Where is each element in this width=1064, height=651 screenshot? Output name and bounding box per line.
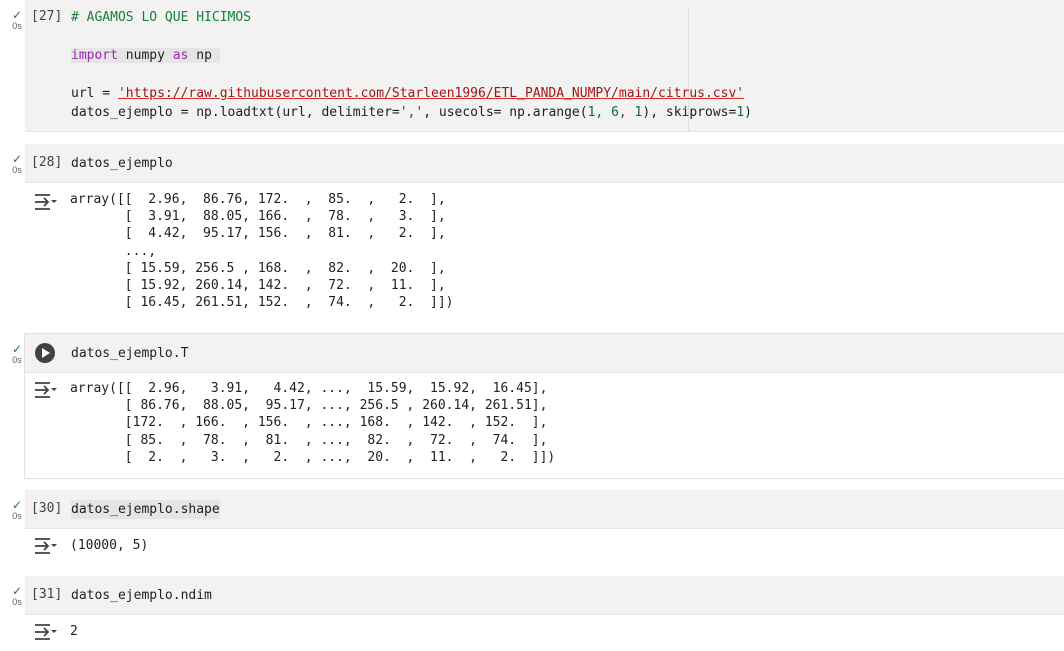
code-import-line: import numpy as np — [71, 48, 220, 63]
code-comment: # AGAMOS LO QUE HICIMOS — [71, 10, 252, 25]
output-toggle-icon[interactable] — [33, 380, 57, 400]
exec-time: 0s — [12, 165, 22, 175]
execution-count: [27] — [31, 9, 63, 24]
check-icon: ✓ — [11, 8, 23, 22]
cell-output: 2 — [70, 624, 78, 639]
cell-output: array([[ 2.96, 86.76, 172. , 85. , 2. ],… — [70, 192, 454, 311]
arange-args: 1, 6, 1 — [587, 105, 643, 120]
execution-count: [30] — [31, 501, 63, 516]
code-cell-transpose[interactable]: ✓ 0s datos_ejemplo.T array([[ 2.96, 3.91… — [0, 333, 1064, 483]
module-name: numpy — [125, 48, 165, 63]
exec-time: 0s — [12, 21, 22, 31]
output-toggle-icon[interactable] — [33, 192, 57, 212]
url-string: 'https://raw.githubusercontent.com/Starl… — [117, 86, 745, 101]
delimiter-string: ',' — [399, 105, 424, 120]
exec-time: 0s — [12, 597, 22, 607]
keyword-import: import — [71, 48, 118, 63]
module-alias: np — [196, 48, 212, 63]
cell-status: ✓ 0s — [7, 499, 27, 521]
run-cell-icon[interactable] — [35, 343, 55, 363]
cell-output: array([[ 2.96, 3.91, 4.42, ..., 15.59, 1… — [70, 381, 556, 465]
exec-time: 0s — [12, 511, 22, 521]
code-text[interactable]: datos_ejemplo.ndim — [71, 586, 212, 605]
close-paren: ) — [744, 105, 752, 120]
code-text[interactable]: # AGAMOS LO QUE HICIMOS import numpy as … — [71, 8, 752, 122]
cell-output: (10000, 5) — [70, 538, 149, 553]
check-icon: ✓ — [11, 498, 23, 512]
skiprows-arg: ), skiprows= — [642, 105, 737, 120]
code-editor[interactable] — [25, 144, 1064, 183]
execution-count: [28] — [31, 155, 63, 170]
exec-time: 0s — [12, 355, 22, 365]
code-cell-30[interactable]: ✓ 0s [30] datos_ejemplo.shape (10000, 5) — [0, 490, 1064, 570]
skiprows-value: 1 — [736, 105, 745, 120]
keyword-as: as — [172, 48, 189, 63]
check-icon: ✓ — [11, 584, 23, 598]
code-text[interactable]: datos_ejemplo — [71, 154, 173, 173]
output-toggle-icon[interactable] — [33, 622, 57, 642]
cell-status: ✓ 0s — [7, 585, 27, 607]
loadtxt-call: datos_ejemplo = np.loadtxt(url, delimite… — [71, 105, 400, 120]
output-toggle-icon[interactable] — [33, 536, 57, 556]
usecols-arg: , usecols= np.arange( — [423, 105, 588, 120]
code-cell-27[interactable]: ✓ 0s [27] # AGAMOS LO QUE HICIMOS import… — [0, 0, 1064, 140]
code-text[interactable]: datos_ejemplo.shape — [71, 500, 220, 519]
code-cell-28[interactable]: ✓ 0s [28] datos_ejemplo array([[ 2.96, 8… — [0, 144, 1064, 324]
execution-count: [31] — [31, 587, 63, 602]
url-assign: url = — [71, 86, 118, 101]
check-icon: ✓ — [11, 342, 23, 356]
code-cell-31[interactable]: ✓ 0s [31] datos_ejemplo.ndim 2 — [0, 576, 1064, 651]
code-text[interactable]: datos_ejemplo.T — [71, 344, 188, 363]
cell-status: ✓ 0s — [7, 153, 27, 175]
check-icon: ✓ — [11, 152, 23, 166]
cell-status: ✓ 0s — [7, 343, 27, 365]
cell-status: ✓ 0s — [7, 9, 27, 31]
